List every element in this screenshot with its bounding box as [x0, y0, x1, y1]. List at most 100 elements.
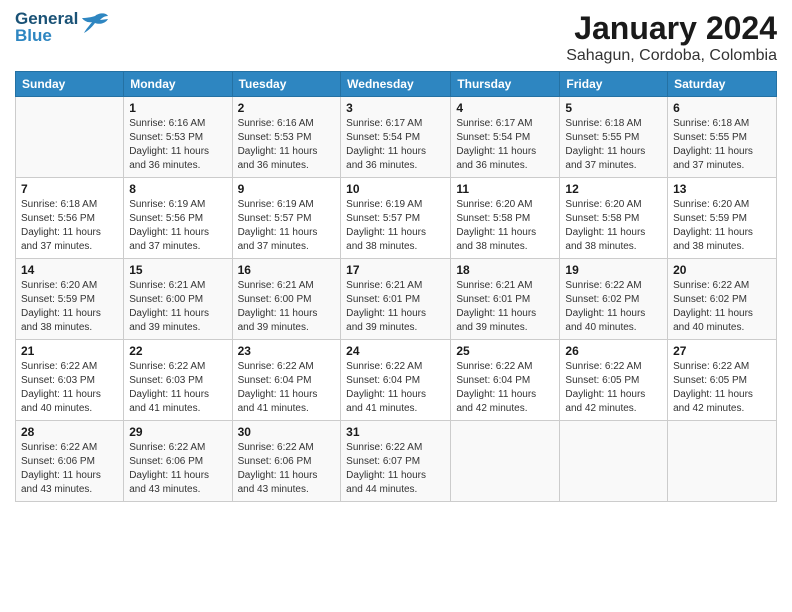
calendar-cell: 2Sunrise: 6:16 AMSunset: 5:53 PMDaylight…: [232, 97, 341, 178]
title-section: January 2024 Sahagun, Cordoba, Colombia: [566, 10, 777, 65]
day-info: Sunrise: 6:22 AMSunset: 6:02 PMDaylight:…: [673, 279, 771, 335]
day-number: 5: [565, 101, 662, 115]
calendar-cell: 9 Sunrise: 6:19 AMSunset: 5:57 PMDaylight…: [232, 178, 341, 259]
day-number: 9: [238, 182, 336, 196]
day-number: 1: [129, 101, 226, 115]
calendar-cell: 8Sunrise: 6:19 AMSunset: 5:56 PMDaylight…: [124, 178, 232, 259]
calendar-week-row: 21Sunrise: 6:22 AMSunset: 6:03 PMDayligh…: [16, 340, 777, 421]
calendar-week-row: 28 Sunrise: 6:22 AMSunset: 6:06 PMDayligh…: [16, 421, 777, 502]
day-number: 13: [673, 182, 771, 196]
calendar-cell: 12Sunrise: 6:20 AMSunset: 5:58 PMDayligh…: [560, 178, 668, 259]
logo: General Blue: [15, 10, 110, 44]
day-number: 27: [673, 344, 771, 358]
day-number: 17: [346, 263, 445, 277]
day-info: Sunrise: 6:22 AMSunset: 6:03 PMDaylight:…: [129, 360, 226, 416]
day-number: 22: [129, 344, 226, 358]
day-number: 30: [238, 425, 336, 439]
day-of-week-header: Friday: [560, 72, 668, 97]
day-number: 3: [346, 101, 445, 115]
day-info: Sunrise: 6:22 AMSunset: 6:05 PMDaylight:…: [673, 360, 771, 416]
page-container: General Blue January 2024 Sahagun, Cordo…: [0, 0, 792, 507]
calendar-cell: 30 Sunrise: 6:22 AMSunset: 6:06 PMDayligh…: [232, 421, 341, 502]
day-info: Sunrise: 6:22 AMSunset: 6:04 PMDaylight:…: [238, 360, 336, 416]
day-number: 28: [21, 425, 118, 439]
day-info: Sunrise: 6:22 AMSunset: 6:06 PMDaylight:…: [21, 441, 118, 497]
day-info: Sunrise: 6:18 AMSunset: 5:55 PMDaylight:…: [565, 117, 662, 173]
day-info: Sunrise: 6:20 AMSunset: 5:59 PMDaylight:…: [21, 279, 118, 335]
day-info: Sunrise: 6:21 AMSunset: 6:01 PMDaylight:…: [346, 279, 445, 335]
calendar-cell: 19 Sunrise: 6:22 AMSunset: 6:02 PMDayligh…: [560, 259, 668, 340]
day-info: Sunrise: 6:17 AMSunset: 5:54 PMDaylight:…: [346, 117, 445, 173]
calendar-cell: 26 Sunrise: 6:22 AMSunset: 6:05 PMDayligh…: [560, 340, 668, 421]
calendar-cell: 11 Sunrise: 6:20 AMSunset: 5:58 PMDayligh…: [451, 178, 560, 259]
calendar-cell: 10 Sunrise: 6:19 AMSunset: 5:57 PMDayligh…: [341, 178, 451, 259]
day-info: Sunrise: 6:20 AMSunset: 5:58 PMDaylight:…: [456, 198, 554, 254]
day-of-week-header: Wednesday: [341, 72, 451, 97]
calendar-cell: 3 Sunrise: 6:17 AMSunset: 5:54 PMDaylight…: [341, 97, 451, 178]
day-number: 24: [346, 344, 445, 358]
calendar-cell: 25 Sunrise: 6:22 AMSunset: 6:04 PMDayligh…: [451, 340, 560, 421]
day-number: 18: [456, 263, 554, 277]
day-info: Sunrise: 6:19 AMSunset: 5:57 PMDaylight:…: [346, 198, 445, 254]
day-number: 10: [346, 182, 445, 196]
calendar-cell: 4Sunrise: 6:17 AMSunset: 5:54 PMDaylight…: [451, 97, 560, 178]
calendar-cell: 17 Sunrise: 6:21 AMSunset: 6:01 PMDayligh…: [341, 259, 451, 340]
day-info: Sunrise: 6:20 AMSunset: 5:58 PMDaylight:…: [565, 198, 662, 254]
header-row: General Blue January 2024 Sahagun, Cordo…: [15, 10, 777, 65]
calendar-cell: [560, 421, 668, 502]
day-number: 4: [456, 101, 554, 115]
day-of-week-header: Saturday: [668, 72, 777, 97]
day-info: Sunrise: 6:21 AMSunset: 6:01 PMDaylight:…: [456, 279, 554, 335]
calendar-week-row: 7Sunrise: 6:18 AMSunset: 5:56 PMDaylight…: [16, 178, 777, 259]
day-info: Sunrise: 6:22 AMSunset: 6:04 PMDaylight:…: [456, 360, 554, 416]
logo-blue: Blue: [15, 27, 78, 44]
calendar-cell: 22 Sunrise: 6:22 AMSunset: 6:03 PMDayligh…: [124, 340, 232, 421]
main-title: January 2024: [566, 10, 777, 47]
calendar-cell: 20 Sunrise: 6:22 AMSunset: 6:02 PMDayligh…: [668, 259, 777, 340]
day-number: 16: [238, 263, 336, 277]
calendar-cell: 24Sunrise: 6:22 AMSunset: 6:04 PMDayligh…: [341, 340, 451, 421]
calendar-cell: 27 Sunrise: 6:22 AMSunset: 6:05 PMDayligh…: [668, 340, 777, 421]
day-number: 14: [21, 263, 118, 277]
day-info: Sunrise: 6:21 AMSunset: 6:00 PMDaylight:…: [129, 279, 226, 335]
calendar-cell: [16, 97, 124, 178]
calendar-cell: 13 Sunrise: 6:20 AMSunset: 5:59 PMDayligh…: [668, 178, 777, 259]
subtitle: Sahagun, Cordoba, Colombia: [566, 47, 777, 65]
day-number: 6: [673, 101, 771, 115]
logo-general: General: [15, 10, 78, 27]
calendar-week-row: 1 Sunrise: 6:16 AMSunset: 5:53 PMDaylight…: [16, 97, 777, 178]
day-number: 31: [346, 425, 445, 439]
calendar-cell: 18 Sunrise: 6:21 AMSunset: 6:01 PMDayligh…: [451, 259, 560, 340]
day-info: Sunrise: 6:22 AMSunset: 6:06 PMDaylight:…: [238, 441, 336, 497]
day-info: Sunrise: 6:20 AMSunset: 5:59 PMDaylight:…: [673, 198, 771, 254]
day-number: 19: [565, 263, 662, 277]
calendar-cell: 5 Sunrise: 6:18 AMSunset: 5:55 PMDaylight…: [560, 97, 668, 178]
day-number: 25: [456, 344, 554, 358]
day-info: Sunrise: 6:22 AMSunset: 6:03 PMDaylight:…: [21, 360, 118, 416]
calendar-cell: 31Sunrise: 6:22 AMSunset: 6:07 PMDayligh…: [341, 421, 451, 502]
calendar-table: SundayMondayTuesdayWednesdayThursdayFrid…: [15, 71, 777, 502]
calendar-cell: 1 Sunrise: 6:16 AMSunset: 5:53 PMDaylight…: [124, 97, 232, 178]
day-info: Sunrise: 6:18 AMSunset: 5:55 PMDaylight:…: [673, 117, 771, 173]
calendar-cell: [668, 421, 777, 502]
day-number: 2: [238, 101, 336, 115]
calendar-cell: 15 Sunrise: 6:21 AMSunset: 6:00 PMDayligh…: [124, 259, 232, 340]
calendar-cell: 23Sunrise: 6:22 AMSunset: 6:04 PMDayligh…: [232, 340, 341, 421]
calendar-week-row: 14 Sunrise: 6:20 AMSunset: 5:59 PMDayligh…: [16, 259, 777, 340]
day-number: 20: [673, 263, 771, 277]
day-info: Sunrise: 6:16 AMSunset: 5:53 PMDaylight:…: [129, 117, 226, 173]
day-number: 15: [129, 263, 226, 277]
calendar-cell: 21Sunrise: 6:22 AMSunset: 6:03 PMDayligh…: [16, 340, 124, 421]
day-info: Sunrise: 6:22 AMSunset: 6:05 PMDaylight:…: [565, 360, 662, 416]
day-info: Sunrise: 6:22 AMSunset: 6:02 PMDaylight:…: [565, 279, 662, 335]
day-info: Sunrise: 6:22 AMSunset: 6:06 PMDaylight:…: [129, 441, 226, 497]
calendar-cell: 16Sunrise: 6:21 AMSunset: 6:00 PMDayligh…: [232, 259, 341, 340]
day-info: Sunrise: 6:19 AMSunset: 5:57 PMDaylight:…: [238, 198, 336, 254]
day-number: 8: [129, 182, 226, 196]
day-of-week-header: Sunday: [16, 72, 124, 97]
calendar-cell: 29Sunrise: 6:22 AMSunset: 6:06 PMDayligh…: [124, 421, 232, 502]
day-number: 11: [456, 182, 554, 196]
day-info: Sunrise: 6:18 AMSunset: 5:56 PMDaylight:…: [21, 198, 118, 254]
day-number: 26: [565, 344, 662, 358]
calendar-cell: 14 Sunrise: 6:20 AMSunset: 5:59 PMDayligh…: [16, 259, 124, 340]
